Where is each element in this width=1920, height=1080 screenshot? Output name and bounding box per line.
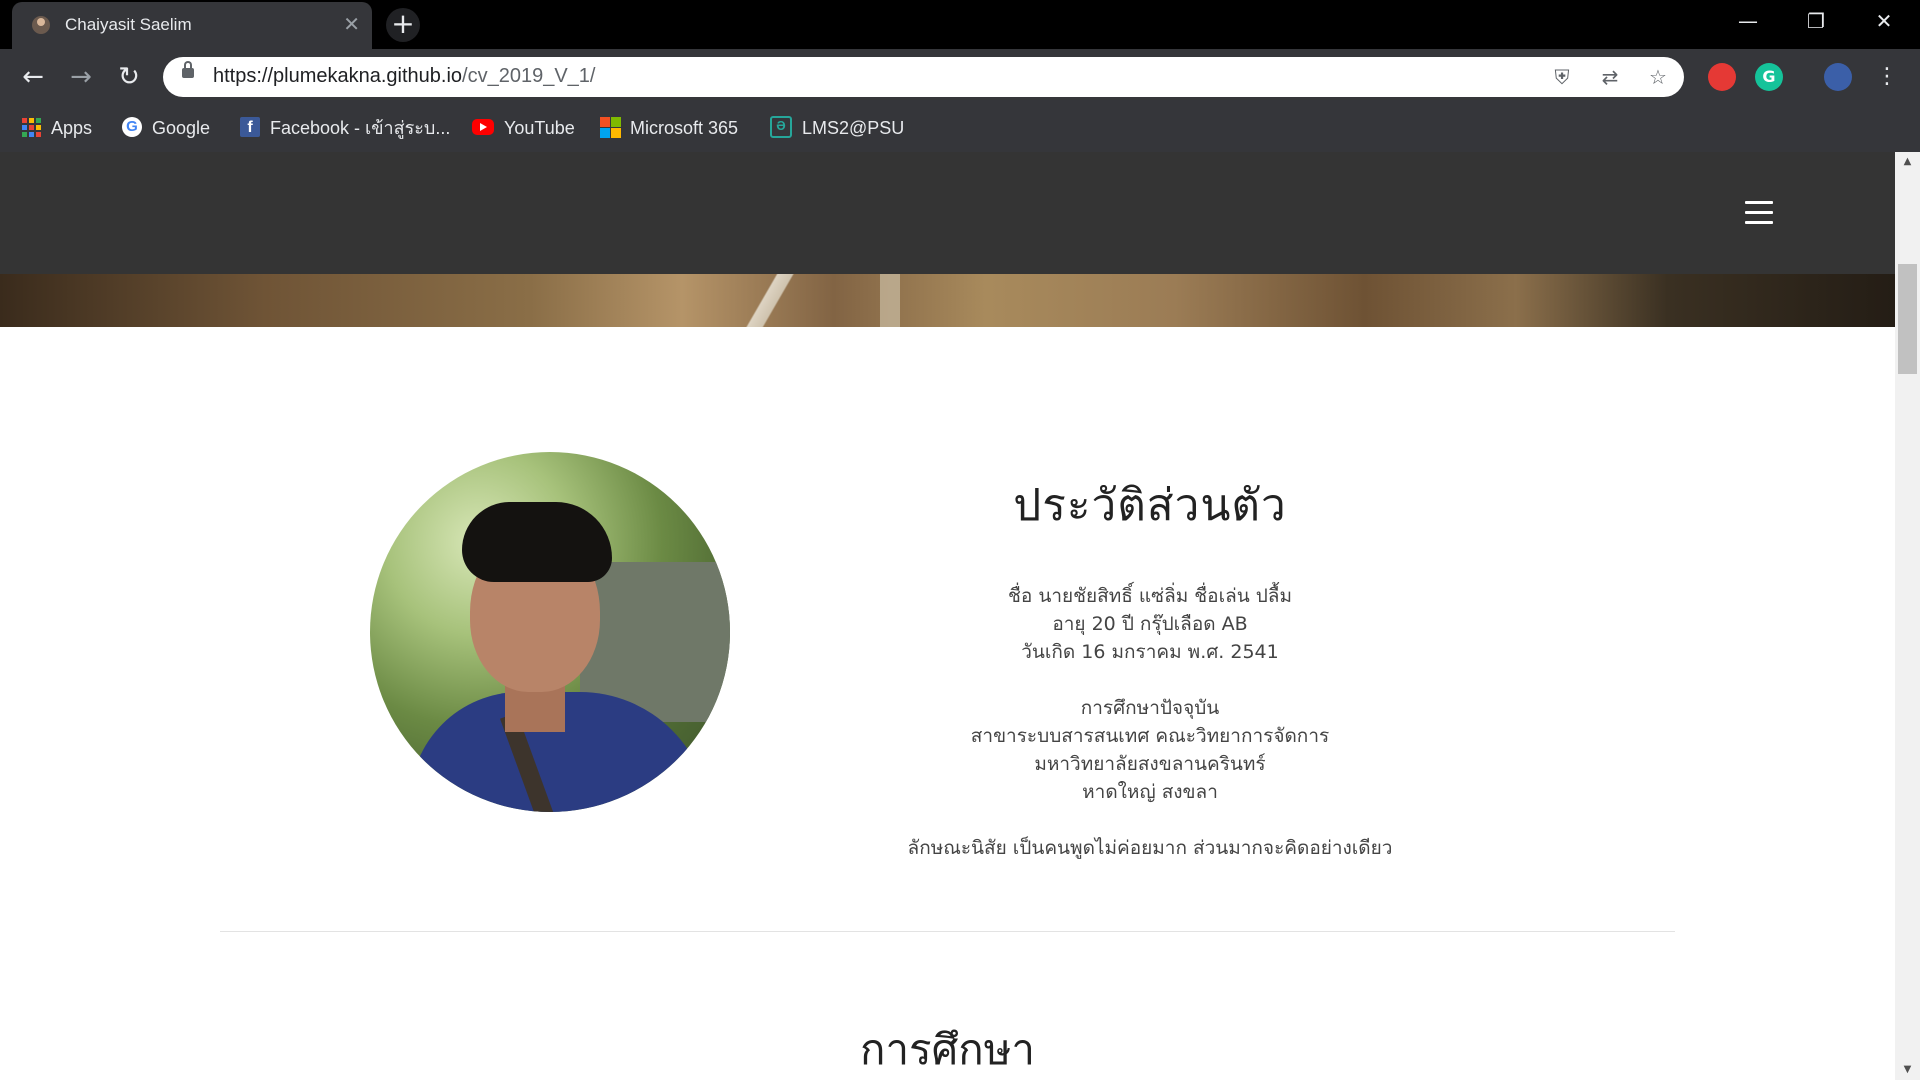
forward-button[interactable]: → [62,58,100,96]
name-line: ชื่อ นายชัยสิทธิ์ แซ่ลิ่ม ชื่อเล่น ปลื้ม [1008,585,1292,607]
browser-tab[interactable]: Chaiyasit Saelim ✕ [12,2,372,49]
url-text[interactable]: https://plumekakna.github.io/cv_2019_V_1… [213,65,595,88]
education-heading: การศึกษาปัจจุบัน [1080,697,1220,719]
bookmark-label: YouTube [504,118,575,138]
profile-photo [370,452,730,812]
bookmark-star-icon[interactable]: ☆ [1646,65,1670,89]
major-line: สาขาระบบสารสนเทศ คณะวิทยาการจัดการ [970,725,1330,747]
url-path: /cv_2019_V_1/ [462,65,596,87]
new-tab-button[interactable]: + [386,8,420,42]
bookmarks-bar: Apps G Google f Facebook - เข้าสู่ระบ... Y… [0,105,1920,152]
about-text: ชื่อ นายชัยสิทธิ์ แซ่ลิ่ม ชื่อเล่น ปลื้ม… [800,582,1500,862]
tab-favicon-icon [32,16,50,34]
url-host: https://plumekakna.github.io [213,65,463,87]
youtube-icon [472,119,494,136]
facebook-icon: f [240,117,260,138]
birthday-line: วันเกิด 16 มกราคม พ.ศ. 2541 [1021,641,1279,663]
lms-icon: Ə [770,116,792,139]
browser-chrome: Chaiyasit Saelim ✕ + — ❐ ✕ ← → ↻ https:/… [0,0,1920,152]
page-scrollbar[interactable]: ▲ ▼ [1895,152,1920,1080]
hamburger-menu-icon[interactable] [1745,201,1775,224]
minimize-button[interactable]: — [1714,0,1782,42]
page-viewport: ประวัติส่วนตัว ชื่อ นายชัยสิทธิ์ แซ่ลิ่ม… [0,152,1895,1080]
microsoft-icon [600,117,621,139]
reload-button[interactable]: ↻ [110,58,148,96]
bookmark-label: Google [152,118,211,138]
about-section: ประวัติส่วนตัว ชื่อ นายชัยสิทธิ์ แซ่ลิ่ม… [800,452,1500,890]
personality-line: ลักษณะนิสัย เป็นคนพูดไม่ค่อยมาก ส่วนมากจ… [907,837,1393,859]
education-section-title: การศึกษา [860,1025,1035,1074]
tab-close-icon[interactable]: ✕ [343,13,360,35]
site-navbar [0,152,1895,274]
bookmark-label: Microsoft 365 [630,118,739,138]
bookmark-youtube[interactable]: YouTube [472,115,575,141]
bookmark-lms2-psu[interactable]: Ə LMS2@PSU [770,115,904,141]
shield-icon[interactable]: ⛨ [1550,65,1574,89]
scrollbar-thumb[interactable] [1898,264,1917,374]
apps-grid-icon [22,117,41,137]
bookmark-microsoft-365[interactable]: Microsoft 365 [600,115,738,141]
address-bar[interactable]: https://plumekakna.github.io/cv_2019_V_1… [163,57,1684,97]
personality: ลักษณะนิสัย เป็นคนพูดไม่ค่อยมาก ส่วนมากจ… [800,834,1500,862]
bookmark-label: Facebook - เข้าสู่ระบ... [270,118,451,138]
section-divider [220,931,1675,932]
google-icon: G [122,117,142,138]
browser-menu-icon[interactable]: ⋮ [1868,58,1906,96]
bookmark-facebook[interactable]: f Facebook - เข้าสู่ระบ... [240,115,450,141]
grammarly-extension-icon[interactable]: G [1755,63,1783,91]
browser-toolbar: ← → ↻ https://plumekakna.github.io/cv_20… [0,49,1920,105]
bookmark-label: Apps [51,118,93,138]
close-window-button[interactable]: ✕ [1850,0,1918,42]
profile-avatar-icon[interactable] [1824,63,1852,91]
location-line: หาดใหญ่ สงขลา [1082,781,1218,803]
bookmark-label: LMS2@PSU [802,118,905,138]
translate-icon[interactable]: ⇄ [1598,65,1622,89]
bookmark-apps[interactable]: Apps [22,115,92,141]
adblock-extension-icon[interactable] [1708,63,1736,91]
tab-title: Chaiyasit Saelim [65,15,192,34]
scroll-up-arrow-icon[interactable]: ▲ [1895,152,1920,172]
hero-image [0,274,1895,327]
personal-info: ชื่อ นายชัยสิทธิ์ แซ่ลิ่ม ชื่อเล่น ปลื้ม… [800,582,1500,666]
about-title: ประวัติส่วนตัว [1013,480,1287,531]
current-education: การศึกษาปัจจุบัน สาขาระบบสารสนเทศ คณะวิท… [800,694,1500,806]
lock-icon[interactable] [182,61,194,78]
bookmark-google[interactable]: G Google [122,115,210,141]
tab-strip: Chaiyasit Saelim ✕ + — ❐ ✕ [0,0,1920,49]
scroll-down-arrow-icon[interactable]: ▼ [1895,1060,1920,1080]
back-button[interactable]: ← [14,58,52,96]
age-line: อายุ 20 ปี กรุ๊ปเลือด AB [1052,613,1248,635]
restore-button[interactable]: ❐ [1782,0,1850,42]
university-line: มหาวิทยาลัยสงขลานครินทร์ [1034,753,1266,775]
